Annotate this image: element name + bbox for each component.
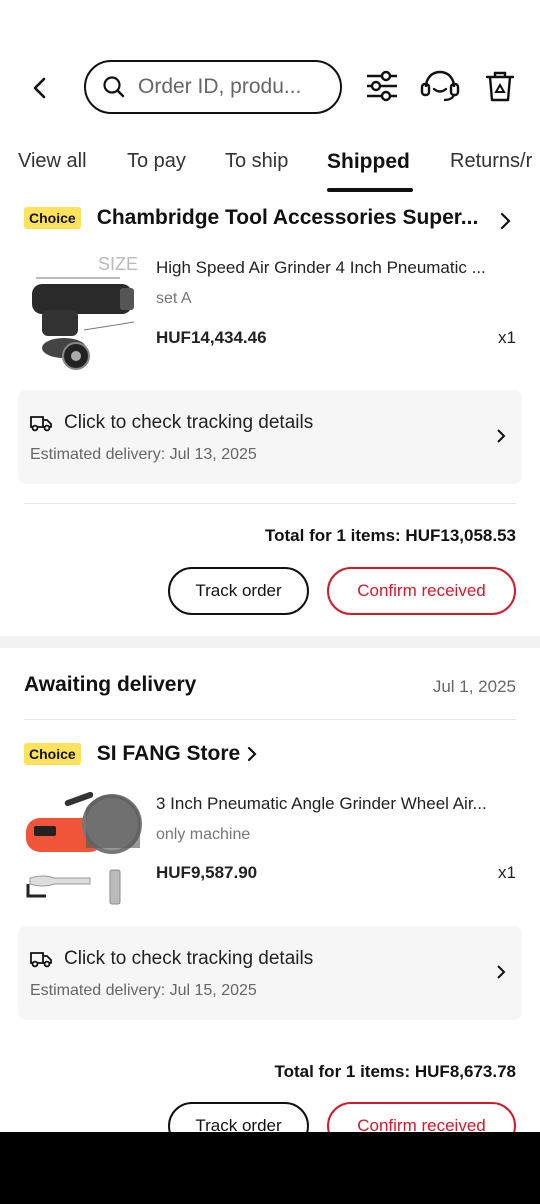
section-separator — [0, 636, 540, 648]
divider — [24, 719, 516, 720]
product-title[interactable]: High Speed Air Grinder 4 Inch Pneumatic … — [156, 258, 516, 278]
back-button[interactable] — [22, 70, 58, 106]
chevron-right-icon[interactable] — [246, 745, 258, 763]
product-quantity: x1 — [498, 863, 516, 882]
search-placeholder: Order ID, produ... — [138, 75, 302, 98]
tab-returns[interactable]: Returns/r — [450, 150, 532, 173]
divider — [24, 503, 516, 504]
order-total: Total for 1 items: HUF13,058.53 — [265, 526, 516, 545]
chevron-right-icon — [497, 965, 506, 979]
thumb-size-text: SIZE — [98, 254, 138, 274]
product-variant: set A — [156, 290, 192, 307]
product-thumbnail[interactable] — [24, 788, 144, 908]
product-quantity: x1 — [498, 328, 516, 347]
angle-grinder-image — [26, 791, 142, 905]
choice-badge: Choice — [24, 207, 81, 229]
header: Order ID, produ... View all To pay To sh… — [0, 0, 540, 192]
tracking-details-box[interactable]: Click to check tracking details Estimate… — [18, 926, 522, 1020]
product-title[interactable]: 3 Inch Pneumatic Angle Grinder Wheel Air… — [156, 794, 516, 814]
truck-icon — [30, 416, 52, 432]
search-icon — [103, 76, 125, 98]
store-row[interactable]: Choice Chambridge Tool Accessories Super… — [24, 206, 478, 230]
order-status: Awaiting delivery — [24, 673, 197, 696]
choice-badge: Choice — [24, 743, 81, 765]
order-tabs: View all To pay To ship Shipped Returns/… — [0, 140, 540, 192]
order-list[interactable]: Choice Chambridge Tool Accessories Super… — [0, 192, 540, 1132]
track-order-button[interactable]: Track order — [168, 1102, 309, 1132]
truck-icon — [30, 952, 52, 968]
support-headset-icon — [420, 70, 460, 102]
product-price: HUF14,434.46 — [156, 328, 267, 347]
tab-view-all[interactable]: View all — [18, 150, 87, 173]
filter-button[interactable] — [362, 66, 402, 106]
tab-to-ship[interactable]: To ship — [225, 150, 288, 173]
chevron-right-icon — [497, 429, 506, 443]
product-price: HUF9,587.90 — [156, 863, 258, 882]
store-name[interactable]: SI FANG Store — [97, 742, 241, 766]
chevron-right-icon[interactable] — [498, 212, 512, 230]
order-date: Jul 1, 2025 — [432, 677, 516, 696]
confirm-received-button[interactable]: Confirm received — [327, 567, 516, 615]
confirm-received-button[interactable]: Confirm received — [327, 1102, 516, 1132]
product-thumbnail[interactable]: SIZE — [24, 252, 144, 372]
tracking-title: Click to check tracking details — [64, 948, 314, 969]
tab-to-pay[interactable]: To pay — [127, 150, 186, 173]
store-row[interactable]: Choice SI FANG Store — [24, 742, 258, 766]
estimated-delivery: Estimated delivery: Jul 15, 2025 — [30, 982, 257, 999]
tracking-title: Click to check tracking details — [64, 412, 314, 433]
tab-shipped[interactable]: Shipped — [327, 150, 410, 174]
air-grinder-image: SIZE — [32, 254, 138, 370]
support-button[interactable] — [420, 66, 460, 106]
delete-bin-icon — [485, 71, 515, 102]
system-navigation-bar — [0, 1132, 540, 1204]
delete-button[interactable] — [480, 66, 520, 106]
estimated-delivery: Estimated delivery: Jul 13, 2025 — [30, 446, 257, 463]
product-variant: only machine — [156, 826, 251, 843]
store-name[interactable]: Chambridge Tool Accessories Super... — [97, 206, 479, 230]
order-total: Total for 1 items: HUF8,673.78 — [274, 1062, 516, 1081]
track-order-button[interactable]: Track order — [168, 567, 309, 615]
search-input[interactable]: Order ID, produ... — [84, 60, 342, 114]
filter-icon — [367, 70, 397, 102]
tracking-details-box[interactable]: Click to check tracking details Estimate… — [18, 390, 522, 484]
back-arrow-icon — [33, 77, 46, 99]
